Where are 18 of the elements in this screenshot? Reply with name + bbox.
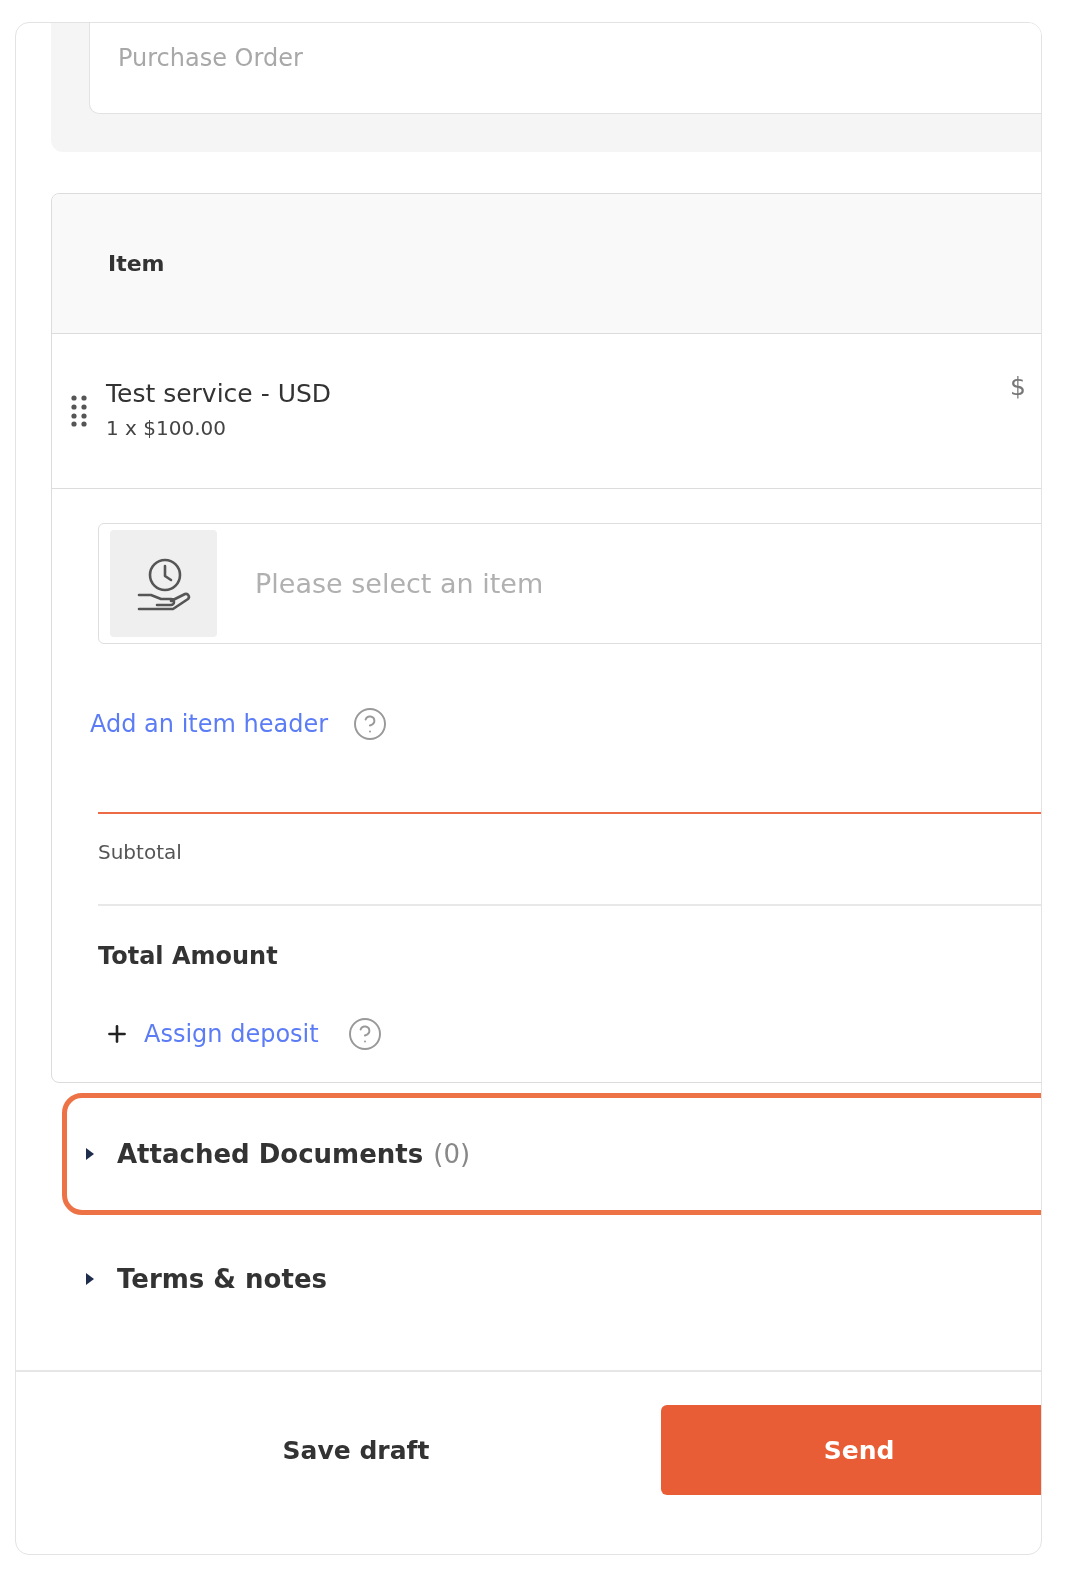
assign-deposit-link[interactable]: Assign deposit	[144, 1020, 319, 1048]
column-header: Item	[108, 251, 165, 276]
item-title: Test service - USD	[106, 378, 333, 408]
drag-handle-icon[interactable]	[70, 395, 90, 427]
collapsible-section[interactable]: Terms & notes	[62, 1218, 1041, 1340]
collapsible-section[interactable]: Attached Documents (0)	[62, 1093, 1041, 1215]
total-amount-label: Total Amount	[98, 942, 279, 970]
add-item-header-link[interactable]: Add an item header	[90, 710, 329, 738]
item-quantity-price: 1 x $100.00	[106, 415, 227, 440]
item-select-field[interactable]: Please select an item	[253, 567, 1041, 600]
section-title: Attached Documents (0)	[117, 1139, 471, 1169]
item-price: $	[1010, 372, 1026, 401]
help-icon[interactable]	[346, 1016, 383, 1052]
help-icon[interactable]	[352, 706, 389, 742]
purchase-order-field[interactable]: Purchase Order	[89, 23, 1041, 114]
save-draft-button[interactable]: Save draft	[131, 1405, 581, 1495]
subtotal-label: Subtotal	[98, 839, 183, 866]
section-title: Terms & notes	[117, 1264, 327, 1294]
